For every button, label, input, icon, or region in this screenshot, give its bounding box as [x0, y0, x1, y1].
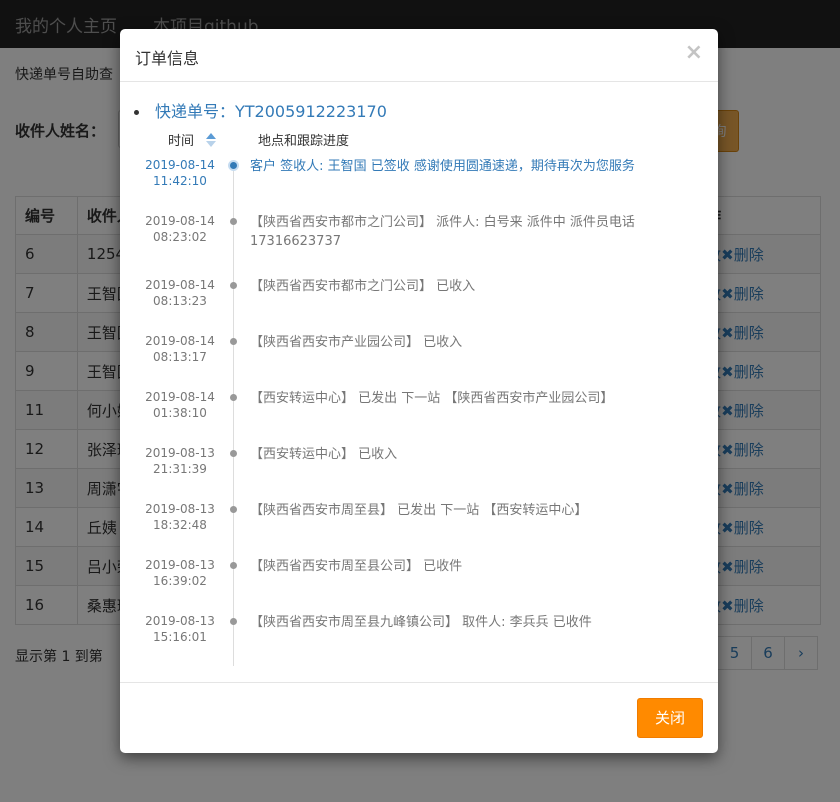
time-column-header[interactable]: 时间 [168, 130, 217, 151]
event-timestamp: 2019-08-14 08:23:02 [145, 213, 215, 245]
event-timestamp: 2019-08-14 08:13:17 [145, 333, 215, 365]
event-timestamp: 2019-08-14 11:42:10 [145, 157, 215, 189]
event-time: 18:32:48 [153, 518, 207, 532]
timeline-dot-icon [230, 282, 237, 289]
order-info-modal: 订单信息 × 快递单号：YT2005912223170 时间 地点和跟踪进度 2… [120, 29, 718, 753]
event-date: 2019-08-13 [145, 614, 215, 628]
event-date: 2019-08-14 [145, 278, 215, 292]
event-timestamp: 2019-08-14 01:38:10 [145, 389, 215, 421]
event-timestamp: 2019-08-13 21:31:39 [145, 445, 215, 477]
event-description: 【陕西省西安市产业园公司】 已收入 [250, 335, 463, 350]
event-date: 2019-08-13 [145, 502, 215, 516]
location-column-header: 地点和跟踪进度 [258, 134, 350, 149]
event-description: 【陕西省西安市周至县】 已发出 下一站 【西安转运中心】 [250, 503, 588, 518]
timeline-dot-icon [228, 160, 239, 171]
timeline-dot-icon [230, 562, 237, 569]
event-time: 15:16:01 [153, 630, 207, 644]
event-time: 08:23:02 [153, 230, 207, 244]
timeline-line [233, 166, 234, 666]
timeline-dot-icon [230, 218, 237, 225]
event-timestamp: 2019-08-13 15:16:01 [145, 613, 215, 645]
event-time: 11:42:10 [153, 174, 207, 188]
event-date: 2019-08-14 [145, 214, 215, 228]
event-time: 01:38:10 [153, 406, 207, 420]
event-description: 【陕西省西安市都市之门公司】 派件人: 白号来 派件中 派件员电话1731662… [250, 215, 635, 249]
modal-body: 快递单号：YT2005912223170 时间 地点和跟踪进度 2019-08-… [120, 82, 718, 682]
event-date: 2019-08-14 [145, 158, 215, 172]
modal-footer: 关闭 [120, 682, 718, 753]
modal-title: 订单信息 [135, 49, 200, 68]
event-date: 2019-08-13 [145, 446, 215, 460]
event-description: 【西安转运中心】 已收入 [250, 447, 398, 462]
event-description: 【陕西省西安市周至县公司】 已收件 [250, 559, 463, 574]
event-description: 客户 签收人: 王智国 已签收 感谢使用圆通速递，期待再次为您服务 [250, 159, 635, 174]
close-icon[interactable]: × [685, 40, 703, 65]
timeline-dot-icon [230, 338, 237, 345]
event-time: 08:13:17 [153, 350, 207, 364]
timeline-dot-icon [230, 618, 237, 625]
event-timestamp: 2019-08-13 16:39:02 [145, 557, 215, 589]
event-description: 【西安转运中心】 已发出 下一站 【陕西省西安市产业园公司】 [250, 391, 614, 406]
event-time: 08:13:23 [153, 294, 207, 308]
tracking-number: 快递单号：YT2005912223170 [134, 98, 387, 122]
tracking-number-text: 快递单号：YT2005912223170 [155, 102, 387, 121]
time-header-label: 时间 [168, 134, 195, 149]
event-date: 2019-08-13 [145, 558, 215, 572]
event-description: 【陕西省西安市都市之门公司】 已收入 [250, 279, 476, 294]
event-time: 16:39:02 [153, 574, 207, 588]
event-description: 【陕西省西安市周至县九峰镇公司】 取件人: 李兵兵 已收件 [250, 615, 592, 630]
event-date: 2019-08-14 [145, 390, 215, 404]
timeline-dot-icon [230, 450, 237, 457]
modal-header: 订单信息 × [120, 29, 718, 82]
sort-icon[interactable] [206, 132, 217, 151]
event-timestamp: 2019-08-13 18:32:48 [145, 501, 215, 533]
event-time: 21:31:39 [153, 462, 207, 476]
close-button[interactable]: 关闭 [637, 698, 703, 738]
event-date: 2019-08-14 [145, 334, 215, 348]
event-timestamp: 2019-08-14 08:13:23 [145, 277, 215, 309]
timeline-dot-icon [230, 506, 237, 513]
timeline-dot-icon [230, 394, 237, 401]
bullet-icon [134, 110, 139, 115]
